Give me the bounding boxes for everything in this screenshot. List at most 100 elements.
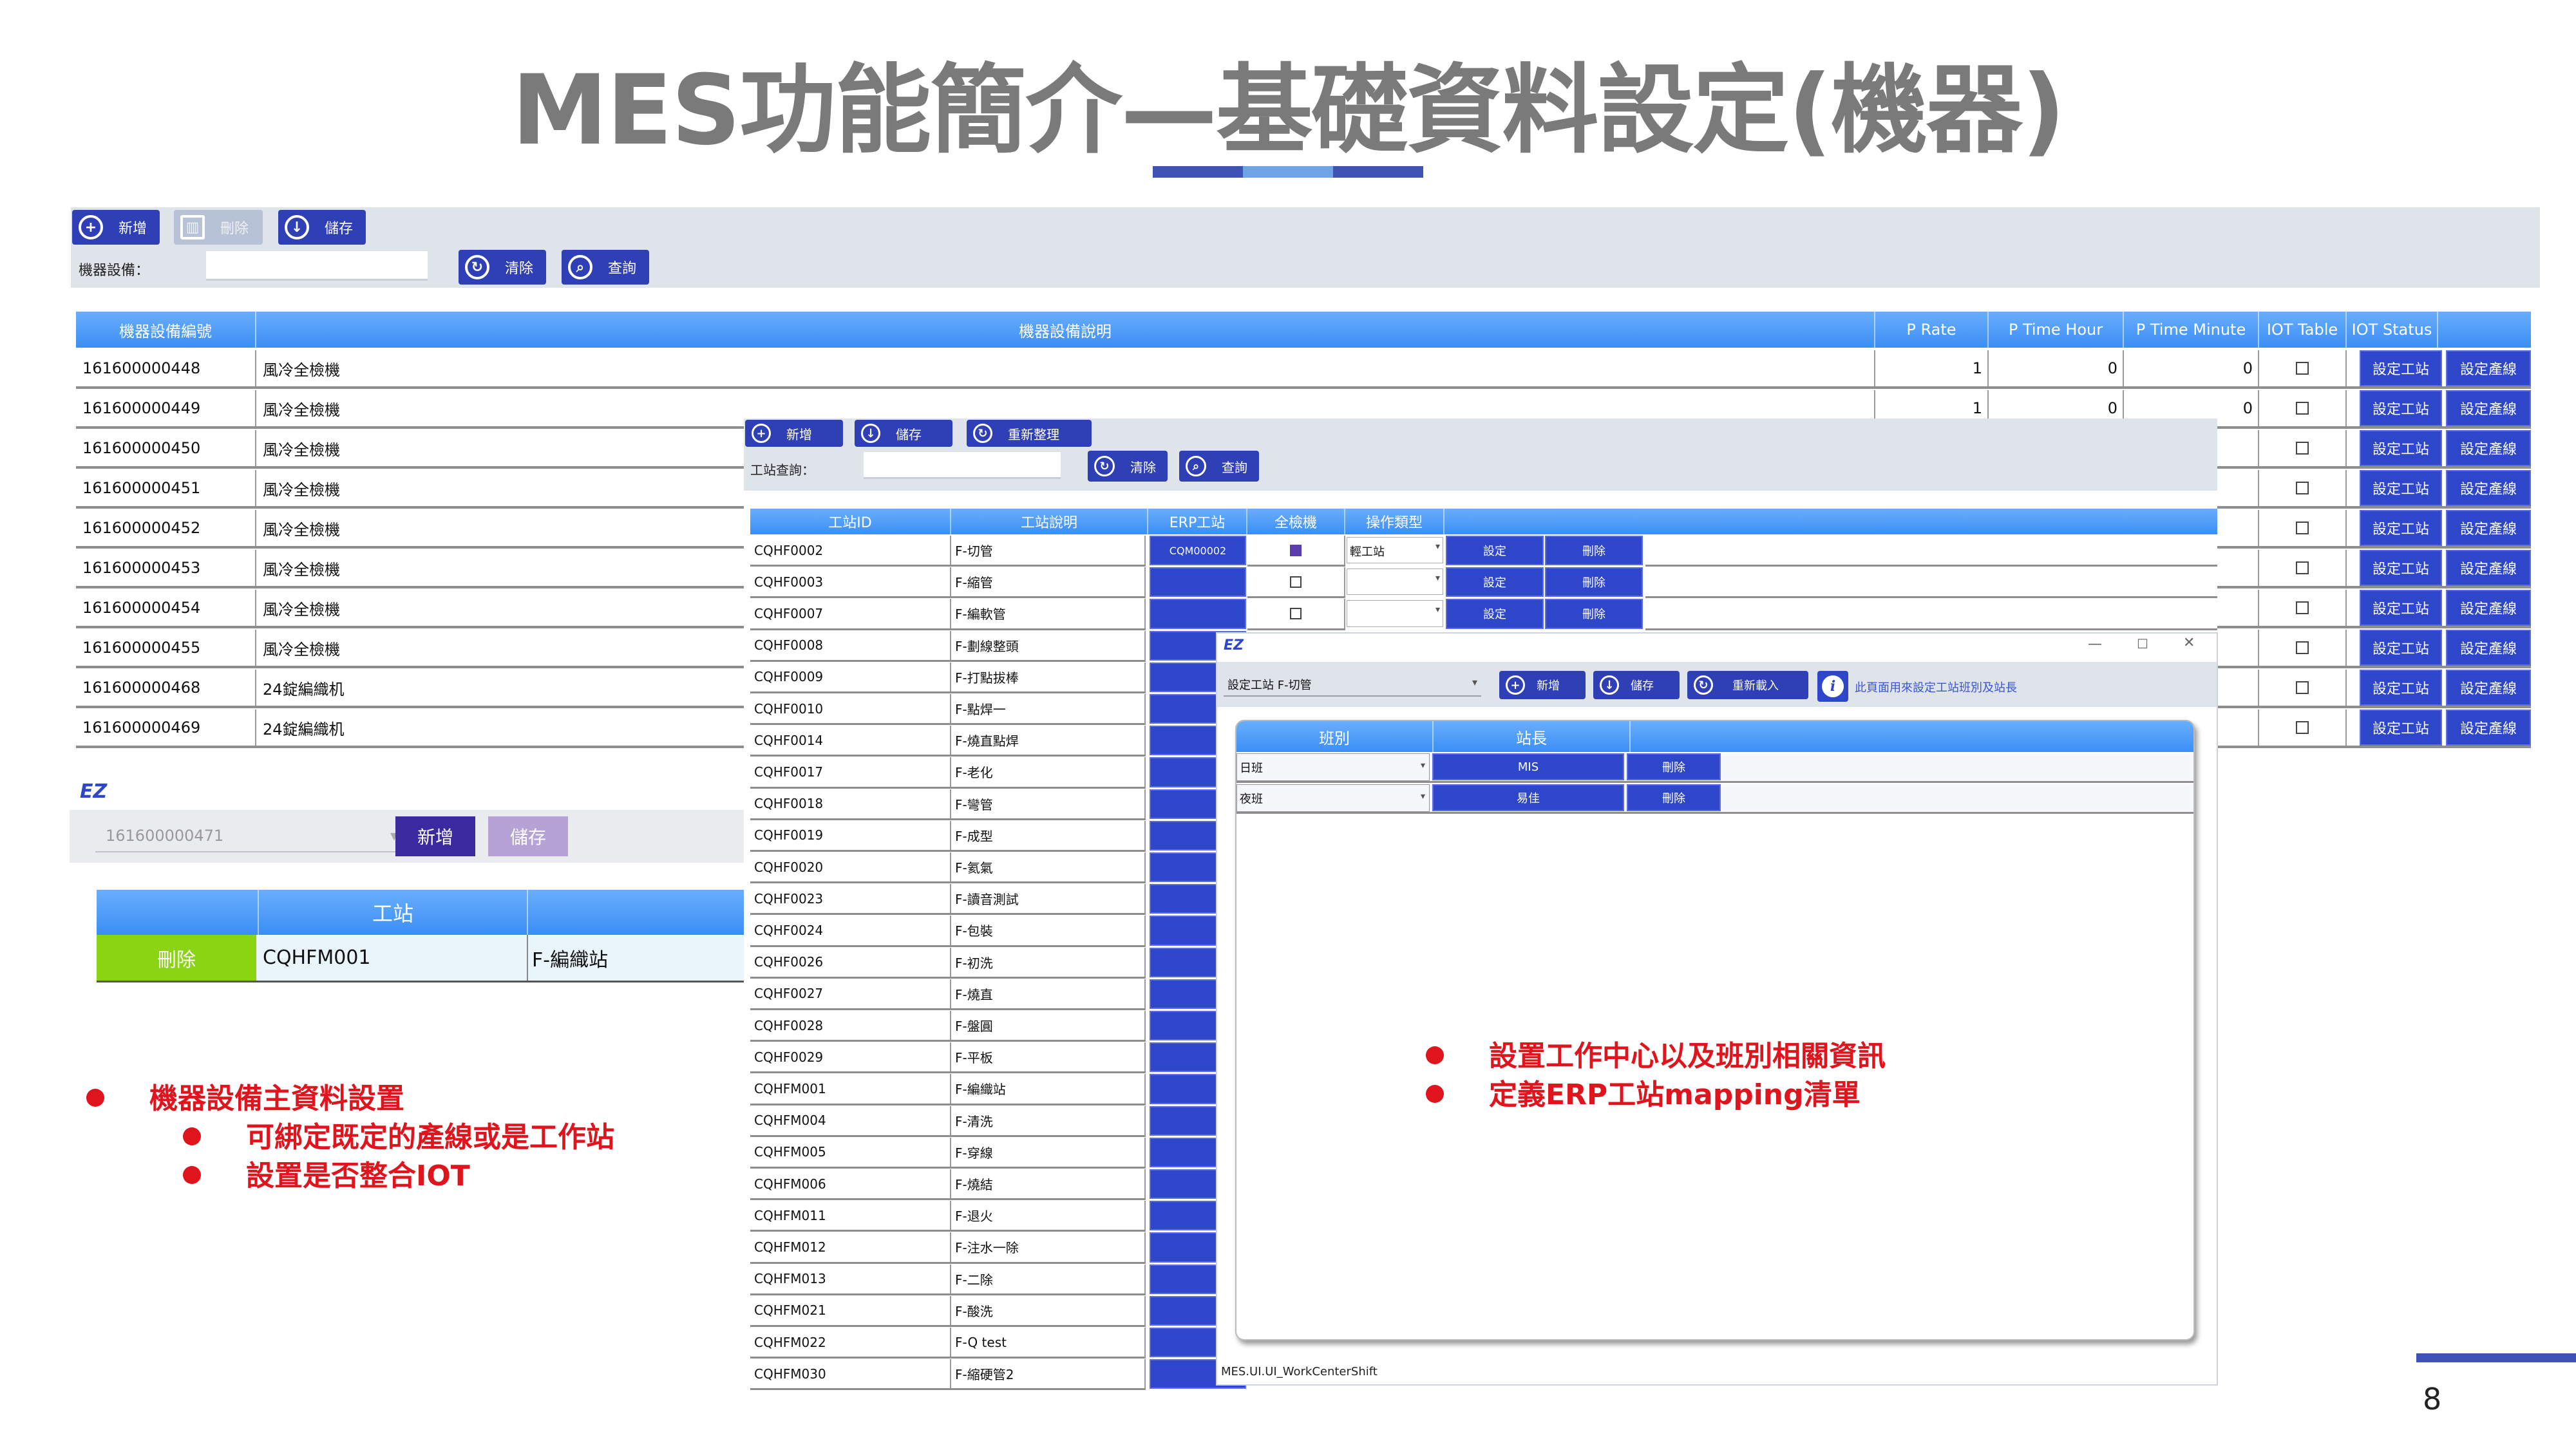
ws-row[interactable]: CQHFM022 F-Q test [750,1328,1146,1359]
set-line-button[interactable]: 設定產線 [2446,350,2531,386]
set-line-button[interactable]: 設定產線 [2446,430,2531,466]
ws-row[interactable]: CQHF0008 F-劃線整頭 [750,630,1146,662]
full-check-checkbox[interactable] [1290,544,1302,556]
set-station-button[interactable]: 設定工站 [2360,590,2442,626]
ws-row[interactable]: CQHF0024 F-包裝 [750,916,1146,947]
delete-button[interactable]: ▥ 刪除 [174,210,263,245]
machine-select[interactable]: 161600000471 ▾ [95,819,404,852]
set-line-button[interactable]: 設定產線 [2446,590,2531,626]
set-line-button[interactable]: 設定產線 [2446,630,2531,666]
ws-row[interactable]: CQHF0007 F-編軟管 [750,599,1146,630]
clear-button[interactable]: ↻ 清除 [459,250,546,285]
iot-table-checkbox[interactable] [2296,442,2309,455]
machine-filter-input[interactable] [206,251,428,281]
set-line-button[interactable]: 設定產線 [2446,390,2531,426]
col-machine-desc[interactable]: 機器設備說明 [256,312,1875,348]
shift-row[interactable]: 夜班 ▾ 易佳 刪除 [1236,784,2193,814]
shift-reload-button[interactable]: ↻ 重新載入 [1687,671,1808,699]
shift-add-button[interactable]: + 新增 [1499,671,1586,699]
query-button[interactable]: ⌕ 查詢 [562,250,649,285]
set-station-button[interactable]: 設定工站 [2360,710,2442,746]
col-leader[interactable]: 站長 [1434,721,1631,752]
ws-row[interactable]: CQHF0029 F-平板 [750,1042,1146,1074]
iot-table-checkbox[interactable] [2296,681,2309,694]
shift-select[interactable]: 夜班 ▾ [1236,784,1430,812]
iot-table-checkbox[interactable] [2296,601,2309,614]
shift-delete-button[interactable]: 刪除 [1627,784,1721,811]
minimize-button[interactable]: — [2088,636,2102,652]
iot-table-checkbox[interactable] [2296,561,2309,574]
ws-row[interactable]: CQHFM021 F-酸洗 [750,1295,1146,1327]
ws-row[interactable]: CQHFM013 F-二除 [750,1264,1146,1295]
ws-filter-input[interactable] [864,452,1061,479]
ws-row[interactable]: CQHF0009 F-打點拔棒 [750,662,1146,693]
erp-station-cell[interactable]: CQM00002 [1150,536,1246,566]
ws-clear-button[interactable]: ↻ 清除 [1088,451,1168,482]
col-iot-table[interactable]: IOT Table [2259,312,2347,348]
ws-set-button[interactable]: 設定 [1446,536,1544,566]
ws-query-button[interactable]: ⌕ 查詢 [1179,451,1259,482]
ws-row[interactable]: CQHFM012 F-注水一除 [750,1232,1146,1264]
ws-row[interactable]: CQHF0014 F-燒直點焊 [750,726,1146,757]
col-p-rate[interactable]: P Rate [1875,312,1989,348]
save-button[interactable]: ↓ 儲存 [278,210,366,245]
col-op-type[interactable]: 操作類型 [1345,509,1444,534]
iot-table-checkbox[interactable] [2296,362,2309,375]
set-station-button[interactable]: 設定工站 [2360,470,2442,506]
shift-delete-button[interactable]: 刪除 [1627,753,1721,780]
col-ws-id[interactable]: 工站ID [750,509,951,534]
ws-reorg-button[interactable]: ↻ 重新整理 [967,420,1092,447]
set-line-button[interactable]: 設定產線 [2446,670,2531,706]
set-line-button[interactable]: 設定產線 [2446,510,2531,546]
ws-row[interactable]: CQHF0026 F-初洗 [750,947,1146,979]
ws-row[interactable]: CQHFM005 F-穿線 [750,1137,1146,1169]
op-type-select[interactable]: ▾ [1347,569,1443,596]
set-line-button[interactable]: 設定產線 [2446,470,2531,506]
ws-delete-button[interactable]: 刪除 [1545,599,1643,629]
col-ws-desc[interactable]: 工站說明 [951,509,1148,534]
iot-table-checkbox[interactable] [2296,402,2309,415]
add-button[interactable]: + 新增 [72,210,160,245]
leader-button[interactable]: 易佳 [1432,784,1624,811]
iot-table-checkbox[interactable] [2296,641,2309,654]
set-station-button[interactable]: 設定工站 [2360,670,2442,706]
ws-delete-button[interactable]: 刪除 [1545,536,1643,566]
ws-row[interactable]: CQHF0010 F-點焊一 [750,694,1146,726]
set-station-button[interactable]: 設定工站 [2360,510,2442,546]
station-select[interactable]: 設定工站 F-切管 ▾ [1224,670,1481,697]
full-check-checkbox[interactable] [1290,607,1302,619]
shift-row[interactable]: 日班 ▾ MIS 刪除 [1236,753,2193,783]
col-machine-id[interactable]: 機器設備編號 [76,312,256,348]
set-station-button[interactable]: 設定工站 [2360,630,2442,666]
set-station-button[interactable]: 設定工站 [2360,350,2442,386]
close-button[interactable]: ✕ [2183,635,2195,651]
col-p-time-minute[interactable]: P Time Minute [2124,312,2259,348]
ws-row[interactable]: CQHF0002 F-切管 [750,536,1146,567]
ws-set-button[interactable]: 設定 [1446,567,1544,597]
form-save-button[interactable]: 儲存 [488,816,568,856]
ws-row[interactable]: CQHF0027 F-燒直 [750,979,1146,1010]
machine-row[interactable]: 161600000448 風冷全檢機 1 0 0 設定工站 設定產線 [76,350,2531,389]
iot-table-checkbox[interactable] [2296,522,2309,534]
ws-row[interactable]: CQHF0023 F-讀音測試 [750,884,1146,916]
set-line-button[interactable]: 設定產線 [2446,710,2531,746]
info-button[interactable]: i [1817,671,1848,702]
iot-table-checkbox[interactable] [2296,721,2309,734]
col-station[interactable]: 工站 [259,890,528,935]
shift-select[interactable]: 日班 ▾ [1236,753,1430,781]
set-station-button[interactable]: 設定工站 [2360,550,2442,586]
col-shift[interactable]: 班別 [1236,721,1434,752]
ws-row[interactable]: CQHF0020 F-氦氣 [750,852,1146,884]
ws-row[interactable]: CQHF0019 F-成型 [750,820,1146,852]
ws-row[interactable]: CQHFM030 F-縮硬管2 [750,1359,1146,1391]
set-station-button[interactable]: 設定工站 [2360,430,2442,466]
erp-station-cell[interactable] [1150,567,1246,597]
ws-row[interactable]: CQHFM011 F-退火 [750,1201,1146,1232]
ws-save-button[interactable]: ↓ 儲存 [855,420,952,447]
iot-table-checkbox[interactable] [2296,482,2309,494]
row-delete-button[interactable]: 刪除 [97,935,256,981]
ws-delete-button[interactable]: 刪除 [1545,567,1643,597]
ws-row[interactable]: CQHFM004 F-清洗 [750,1105,1146,1137]
leader-button[interactable]: MIS [1432,753,1624,780]
ws-row[interactable]: CQHFM006 F-燒結 [750,1169,1146,1201]
